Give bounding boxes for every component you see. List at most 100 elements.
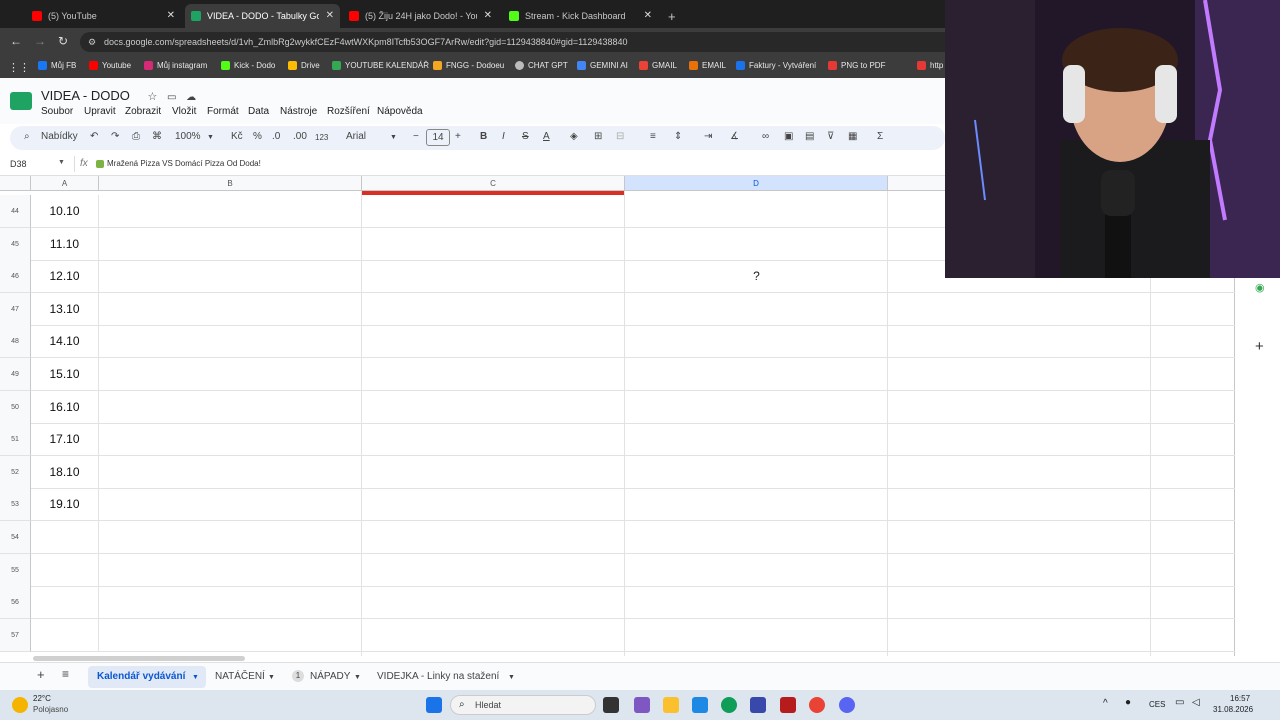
cell-a[interactable]: 15.10 xyxy=(31,358,99,391)
chevron-down-icon[interactable]: ▼ xyxy=(508,674,515,681)
network-icon[interactable]: ▭ xyxy=(1175,697,1184,708)
cell-a[interactable]: 13.10 xyxy=(31,293,99,326)
chevron-down-icon[interactable]: ▼ xyxy=(354,674,361,681)
cell-a[interactable]: 14.10 xyxy=(31,325,99,358)
cell-a[interactable]: 12.10 xyxy=(31,260,99,293)
sheet-tab-napady[interactable]: NÁPADY xyxy=(310,671,350,682)
search-menus[interactable]: Nabídky xyxy=(41,131,78,142)
cell-a[interactable] xyxy=(31,521,99,554)
cell-d[interactable]: ? xyxy=(625,260,888,293)
formula-input[interactable]: Mražená Pizza VS Domácí Pizza Od Doda! xyxy=(96,159,261,168)
browser-tab-sheets[interactable]: VIDEA - DODO - Tabulky Googl ✕ xyxy=(185,4,340,28)
app-icon[interactable] xyxy=(780,697,796,713)
align-icon[interactable]: ≡ xyxy=(650,131,656,142)
column-header-c[interactable]: C xyxy=(362,176,625,191)
sheet-tab-nataceni[interactable]: NATÁČENÍ xyxy=(215,671,265,682)
cell-d[interactable] xyxy=(625,195,888,228)
cell-d[interactable] xyxy=(625,619,888,652)
new-tab-button[interactable]: + xyxy=(662,4,682,28)
bookmark-item[interactable]: GEMINI AI xyxy=(577,61,628,70)
font-size-input[interactable]: 14 xyxy=(426,129,450,146)
merge-icon[interactable]: ⊟ xyxy=(616,131,624,142)
undo-icon[interactable]: ↶ xyxy=(90,131,98,142)
cell-a[interactable]: 18.10 xyxy=(31,456,99,489)
microphone-icon[interactable]: ● xyxy=(1125,697,1131,708)
row-header[interactable]: 55 xyxy=(0,554,31,587)
link-icon[interactable]: ∞ xyxy=(762,131,769,142)
menu-edit[interactable]: Upravit xyxy=(84,106,116,117)
bookmark-item[interactable]: Faktury - Vytváření xyxy=(736,61,816,70)
increase-decimal-button[interactable]: .00 xyxy=(293,131,307,142)
font-select[interactable]: Arial xyxy=(346,131,366,142)
print-icon[interactable]: ⎙ xyxy=(132,131,140,142)
font-size-increase-button[interactable]: + xyxy=(455,131,461,142)
cell-d[interactable] xyxy=(625,586,888,619)
menu-help[interactable]: Nápověda xyxy=(377,106,423,117)
column-header-d[interactable]: D xyxy=(625,176,888,191)
bookmark-item[interactable]: Kick - Dodo xyxy=(221,61,275,70)
clock-date[interactable]: 31.08.2026 xyxy=(1213,705,1253,714)
bookmark-item[interactable]: CHAT GPT xyxy=(515,61,568,70)
comment-icon[interactable]: ▣ xyxy=(784,131,793,142)
site-info-icon[interactable]: ⚙ xyxy=(88,32,96,52)
cell-a[interactable] xyxy=(31,554,99,587)
borders-icon[interactable]: ⊞ xyxy=(594,131,602,142)
menu-data[interactable]: Data xyxy=(248,106,269,117)
cell-d[interactable] xyxy=(625,423,888,456)
zoom-select[interactable]: 100% xyxy=(175,131,201,142)
language-indicator[interactable]: CES xyxy=(1149,700,1165,709)
filter-views-icon[interactable]: ▦ xyxy=(848,131,857,142)
percent-button[interactable]: % xyxy=(253,131,262,142)
document-title[interactable]: VIDEA - DODO ☆ ▭ ☁ xyxy=(41,88,196,103)
chevron-down-icon[interactable]: ▼ xyxy=(58,159,65,166)
browser-tab-kick[interactable]: Stream - Kick Dashboard ✕ xyxy=(503,4,658,28)
file-explorer-icon[interactable] xyxy=(663,697,679,713)
paint-format-icon[interactable]: ⌘ xyxy=(152,131,162,142)
cell-d[interactable] xyxy=(625,521,888,554)
cell-a[interactable]: 17.10 xyxy=(31,423,99,456)
row-header[interactable]: 56 xyxy=(0,586,31,619)
font-size-decrease-button[interactable]: − xyxy=(413,131,419,142)
row-header[interactable]: 53 xyxy=(0,488,31,521)
chrome-icon[interactable] xyxy=(809,697,825,713)
cell-d[interactable] xyxy=(625,228,888,261)
functions-button[interactable]: Σ xyxy=(877,131,883,142)
row-header[interactable]: 57 xyxy=(0,619,31,652)
chevron-up-icon[interactable]: ^ xyxy=(1103,698,1108,709)
redo-icon[interactable]: ↷ xyxy=(111,131,119,142)
filter-icon[interactable]: ⊽ xyxy=(827,131,834,142)
maps-icon[interactable]: ◉ xyxy=(1255,281,1265,294)
close-icon[interactable]: ✕ xyxy=(167,10,175,21)
cell-a[interactable]: 10.10 xyxy=(31,195,99,228)
bookmark-item[interactable]: Můj FB xyxy=(38,61,76,70)
chevron-down-icon[interactable]: ▼ xyxy=(268,674,275,681)
row-header[interactable]: 44 xyxy=(0,195,31,228)
discord-icon[interactable] xyxy=(839,697,855,713)
forward-icon[interactable]: → xyxy=(34,34,46,48)
bookmark-item[interactable]: GMAIL xyxy=(639,61,677,70)
currency-button[interactable]: Kč xyxy=(231,131,243,142)
cloud-icon[interactable]: ☁ xyxy=(186,92,196,103)
row-header[interactable]: 49 xyxy=(0,358,31,391)
row-header[interactable]: 48 xyxy=(0,325,31,358)
chevron-down-icon[interactable]: ▼ xyxy=(207,134,214,141)
menu-format[interactable]: Formát xyxy=(207,106,239,117)
browser-tab-youtube-video[interactable]: (5) Žiju 24H jako Dodo! - YouTu ✕ xyxy=(343,4,498,28)
close-icon[interactable]: ✕ xyxy=(484,10,492,21)
star-icon[interactable]: ☆ xyxy=(147,91,157,103)
bookmark-item[interactable]: FNGG - Dodoeu xyxy=(433,61,504,70)
menu-tools[interactable]: Nástroje xyxy=(280,106,317,117)
cell-d[interactable] xyxy=(625,391,888,424)
bookmark-item[interactable]: YOUTUBE KALENDÁŘ xyxy=(332,61,429,70)
cell-d[interactable] xyxy=(625,554,888,587)
chevron-down-icon[interactable]: ▼ xyxy=(390,134,397,141)
bookmark-item[interactable]: Drive xyxy=(288,61,320,70)
back-icon[interactable]: ← xyxy=(10,34,22,48)
row-header[interactable]: 45 xyxy=(0,228,31,261)
menu-extensions[interactable]: Rozšíření xyxy=(327,106,370,117)
sheets-logo-icon[interactable] xyxy=(10,92,32,110)
cell-a[interactable]: 16.10 xyxy=(31,391,99,424)
chart-icon[interactable]: ▤ xyxy=(805,131,814,142)
cell-d[interactable] xyxy=(625,358,888,391)
clock-time[interactable]: 16:57 xyxy=(1230,694,1250,703)
